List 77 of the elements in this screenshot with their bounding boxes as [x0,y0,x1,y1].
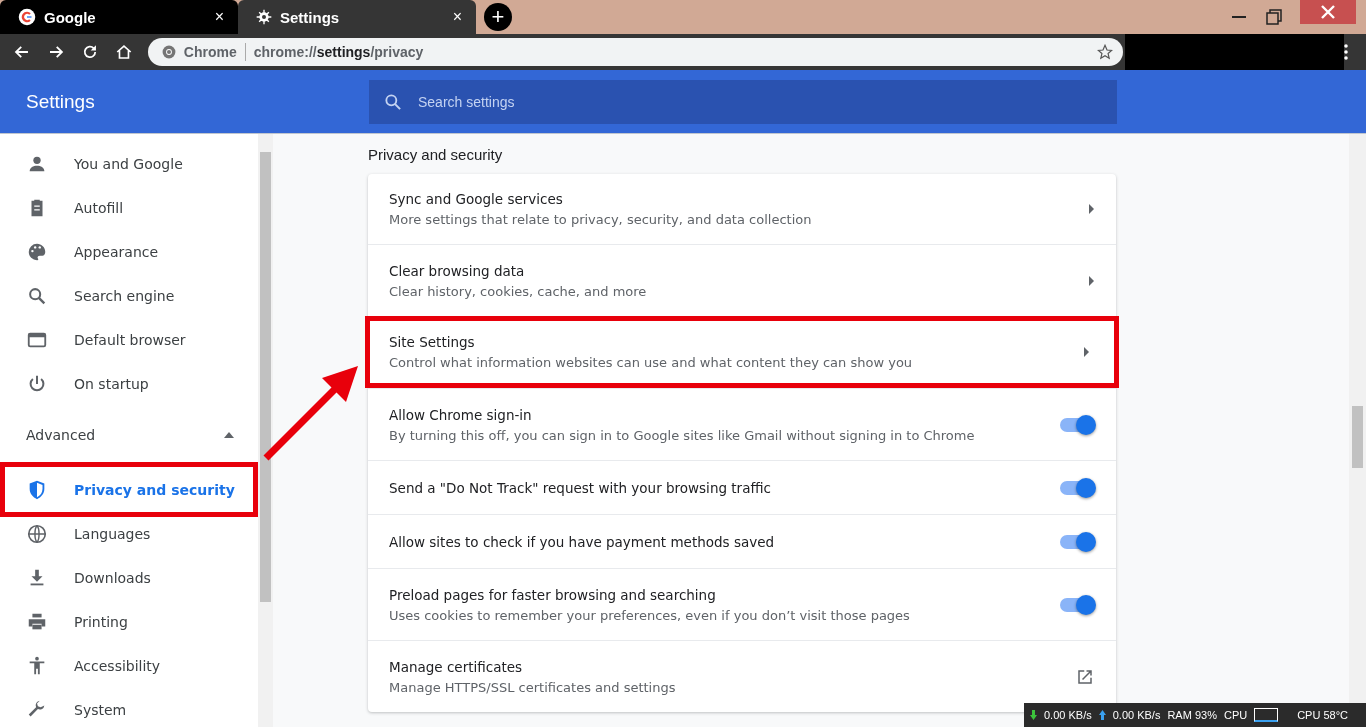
row-title: Sync and Google services [389,191,564,207]
toggle-switch[interactable] [1060,534,1094,549]
star-icon[interactable] [1096,44,1113,60]
close-window-button[interactable] [1300,0,1356,24]
sidebar-item[interactable]: You and Google [0,142,258,186]
caret-right-icon [1084,347,1089,357]
chrome-logo-icon [161,45,176,59]
row-description: Manage HTTPS/SSL certificates and settings [389,679,677,695]
cpu-graph [1254,708,1279,722]
sidebar-item[interactable]: Printing [0,600,258,644]
row-title: Manage certificates [389,658,524,675]
home-icon[interactable] [114,43,133,61]
sidebar-item[interactable]: On startup [0,362,258,406]
download-arrow-icon [1030,710,1037,720]
toggle-switch[interactable] [1060,417,1094,432]
browser-tab[interactable]: Settings × [238,0,476,34]
external-link-icon[interactable] [1076,667,1094,686]
advanced-section-toggle[interactable]: Advanced [0,406,258,456]
restore-icon[interactable] [1266,9,1282,25]
minimize-icon[interactable] [1232,15,1248,19]
upload-speed: 0.00 KB/s [1112,709,1161,721]
row-description: Clear history, cookies, cache, and more [389,283,648,299]
back-arrow-icon[interactable] [13,43,31,61]
row-description: More settings that relate to privacy, security, and data collection [389,212,813,227]
row-title: Clear browsing data [389,262,526,279]
scrollbar-thumb[interactable] [1352,406,1363,468]
sidebar-item[interactable]: Autofill [0,186,258,230]
close-tab-button[interactable]: × [210,8,228,26]
cpu-label: CPU [1223,709,1248,721]
new-tab-button[interactable]: + [484,3,512,31]
settings-row[interactable]: Allow Chrome sign-in By turning this off, you can sign in to Google sites like Gmail without signing in to Chrome [368,388,1116,460]
close-icon [1321,5,1335,19]
sidebar-icon [26,285,48,307]
row-title: Send a "Do Not Track" request with your browsing traffic [389,479,772,496]
address-bar[interactable]: Chrome chrome://settings/privacy [147,38,1123,66]
settings-row[interactable]: Preload pages for faster browsing and searching Uses cookies to remember your preferences, even if you don’t visit those pages [368,568,1116,640]
caret-right-icon [1089,275,1094,286]
row-description: Uses cookies to remember your preferences, even if you don’t visit those pages [389,607,911,623]
site-label: Chrome [183,44,237,60]
settings-row[interactable]: Clear browsing data Clear history, cookies, cache, and more [368,244,1116,316]
toggle-switch[interactable] [1060,597,1094,612]
settings-row[interactable]: Sync and Google services More settings that relate to privacy, security, and data collection [368,174,1116,244]
browser-tab[interactable]: Google × [0,0,238,34]
row-description: Control what information websites can use and what content they can show you [389,355,914,370]
sidebar-item[interactable]: Appearance [0,230,258,274]
row-description: By turning this off, you can sign in to Google sites like Gmail without signing in to Chrome [389,427,976,443]
row-title: Allow sites to check if you have payment methods saved [389,533,776,550]
sidebar-icon [26,241,48,263]
sidebar-item[interactable]: Downloads [0,556,258,600]
sidebar-item[interactable]: System [0,688,258,727]
caret-icon [224,432,234,438]
download-speed: 0.00 KB/s [1044,709,1092,721]
row-title: Preload pages for faster browsing and searching [389,586,717,603]
tab-title: Google [44,8,97,26]
settings-row[interactable]: Send a "Do Not Track" request with your browsing traffic [368,460,1116,514]
search-field[interactable]: Search settings [369,79,1117,124]
sidebar-item[interactable]: Default browser [0,318,258,362]
sidebar-icon [26,523,48,545]
sidebar-item[interactable]: Search engine [0,274,258,318]
settings-row[interactable]: Site Settings Control what information websites can use and what content they can show you [365,316,1119,388]
tab-title: Settings [280,8,341,26]
url-text: chrome://settings/privacy [253,44,424,60]
row-title: Site Settings [389,334,476,350]
cpu-temperature: CPU 58°C [1297,709,1349,721]
menu-icon[interactable] [1344,44,1348,60]
settings-title: Settings [25,90,96,113]
settings-row[interactable]: Allow sites to check if you have payment methods saved [368,514,1116,568]
caret-right-icon [1089,204,1094,214]
gear-icon [256,9,272,25]
upload-arrow-icon [1098,710,1106,720]
row-title: Allow Chrome sign-in [389,406,533,423]
toggle-switch[interactable] [1060,480,1094,495]
section-title: Privacy and security [368,145,504,165]
scrollbar-thumb[interactable] [260,152,271,602]
ram-usage: RAM 93% [1167,709,1217,721]
close-tab-button[interactable]: × [448,8,466,26]
sidebar-item[interactable]: Accessibility [0,644,258,688]
